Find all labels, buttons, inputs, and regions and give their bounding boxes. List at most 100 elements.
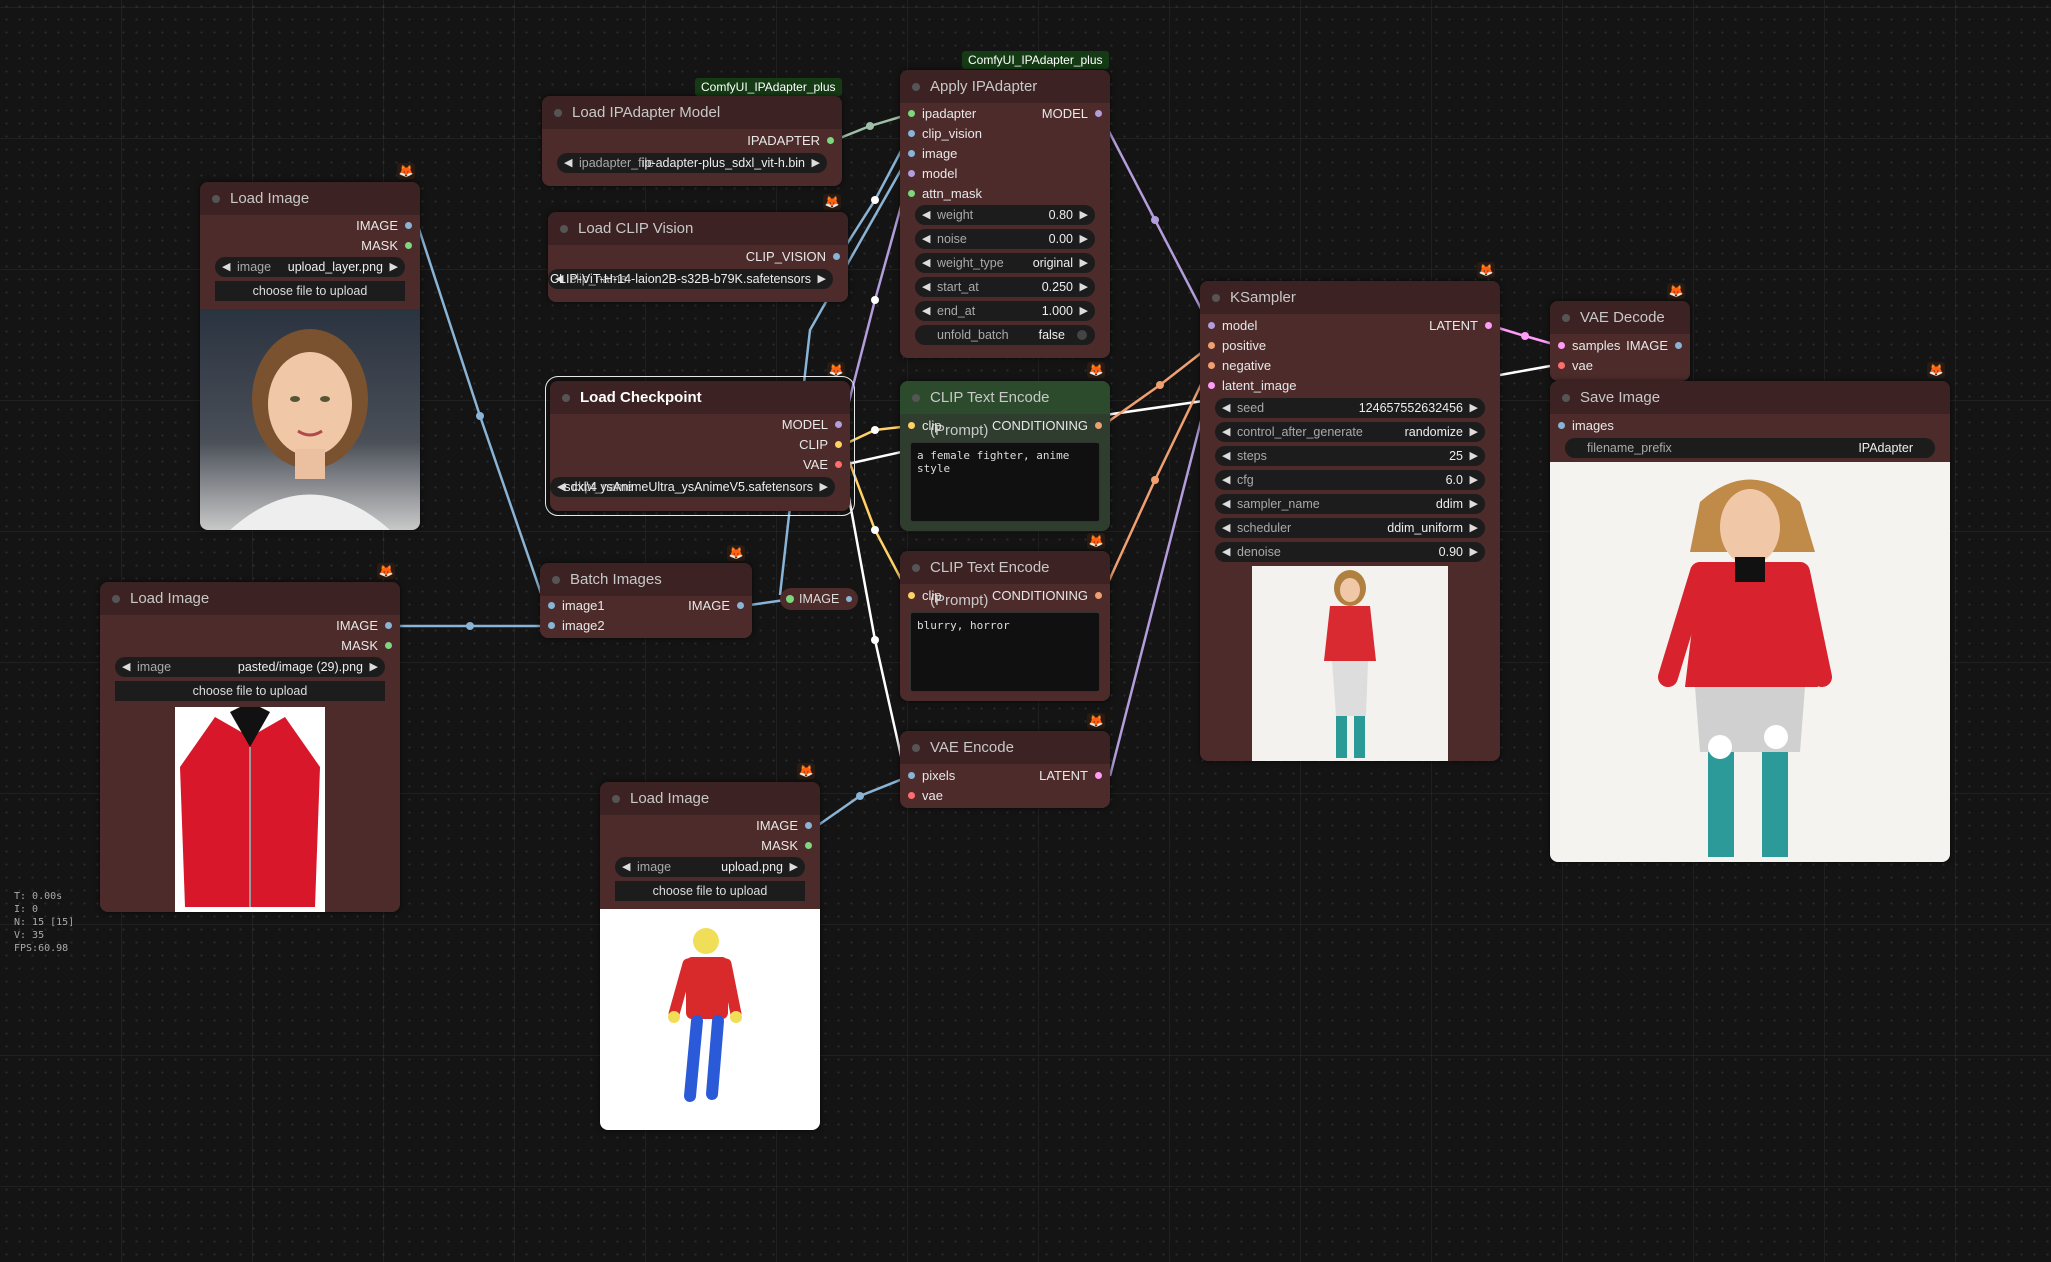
- collapse-dot[interactable]: [912, 744, 920, 752]
- node-title[interactable]: Load Image: [100, 582, 400, 615]
- node-clip-text-encode-negative[interactable]: CLIP Text Encode (Prompt) clip CONDITION…: [900, 551, 1110, 701]
- widget-denoise[interactable]: ◀ denoise 0.90 ▶: [1215, 542, 1485, 562]
- widget-sampler-name[interactable]: ◀ sampler_name ddim ▶: [1215, 494, 1485, 514]
- slot-dot[interactable]: [1095, 772, 1102, 779]
- widget-ckpt-name[interactable]: ◀ ckpt_name sdxl\4 ysAnimeUltra_ysAnimeV5.…: [550, 477, 835, 497]
- slot-dot[interactable]: [1208, 322, 1215, 329]
- node-load-image-2[interactable]: Load Image IMAGE MASK ◀ image pasted/image…: [100, 582, 400, 912]
- input-image2[interactable]: image2: [548, 617, 605, 635]
- arrow-left-icon[interactable]: ◀: [122, 657, 130, 677]
- output-image[interactable]: IMAGE: [1626, 337, 1682, 355]
- widget-clip-name[interactable]: ◀ clip_name CLIP-ViT-H-14-laion2B-s32B-b79…: [548, 269, 833, 289]
- arrow-left-icon[interactable]: ◀: [1222, 422, 1230, 442]
- collapse-dot[interactable]: [552, 576, 560, 584]
- input-ipadapter[interactable]: ipadapter: [908, 105, 976, 123]
- slot-dot[interactable]: [1558, 342, 1565, 349]
- widget-scheduler[interactable]: ◀ scheduler ddim_uniform ▶: [1215, 518, 1485, 538]
- collapse-dot[interactable]: [1562, 314, 1570, 322]
- collapse-dot[interactable]: [912, 564, 920, 572]
- widget-image-combo[interactable]: ◀ image pasted/image (29).png ▶: [115, 657, 385, 677]
- toggle-knob[interactable]: [1077, 330, 1087, 340]
- arrow-left-icon[interactable]: ◀: [1222, 518, 1230, 538]
- widget-image-combo[interactable]: ◀ image upload_layer.png ▶: [215, 257, 405, 277]
- collapse-dot[interactable]: [560, 225, 568, 233]
- collapse-dot[interactable]: [112, 595, 120, 603]
- node-title[interactable]: Load Image: [200, 182, 420, 215]
- output-latent[interactable]: LATENT: [1039, 767, 1102, 785]
- input-attn-mask[interactable]: attn_mask: [908, 185, 982, 203]
- output-image[interactable]: IMAGE: [336, 617, 392, 635]
- slot-dot[interactable]: [1675, 342, 1682, 349]
- node-batch-images[interactable]: Batch Images image1 image2 IMAGE: [540, 563, 752, 638]
- arrow-right-icon[interactable]: ▶: [1080, 229, 1088, 249]
- slot-dot[interactable]: [405, 222, 412, 229]
- slot-dot[interactable]: [1485, 322, 1492, 329]
- input-model[interactable]: model: [908, 165, 957, 183]
- slot-dot[interactable]: [737, 602, 744, 609]
- arrow-left-icon[interactable]: ◀: [1222, 494, 1230, 514]
- slot-dot[interactable]: [835, 461, 842, 468]
- arrow-right-icon[interactable]: ▶: [1080, 301, 1088, 321]
- output-image[interactable]: IMAGE: [756, 817, 812, 835]
- arrow-left-icon[interactable]: ◀: [1222, 470, 1230, 490]
- slot-dot[interactable]: [548, 602, 555, 609]
- slot-dot[interactable]: [1208, 382, 1215, 389]
- arrow-right-icon[interactable]: ▶: [390, 257, 398, 277]
- slot-dot[interactable]: [805, 822, 812, 829]
- node-title[interactable]: Batch Images: [540, 563, 752, 596]
- node-title[interactable]: Save Image: [1550, 381, 1950, 414]
- output-conditioning[interactable]: CONDITIONING: [992, 587, 1102, 605]
- input-pixels[interactable]: pixels: [908, 767, 955, 785]
- slot-dot[interactable]: [1208, 362, 1215, 369]
- input-clip-vision[interactable]: clip_vision: [908, 125, 982, 143]
- slot-dot[interactable]: [1095, 422, 1102, 429]
- input-clip[interactable]: clip: [908, 417, 942, 435]
- arrow-left-icon[interactable]: ◀: [1222, 446, 1230, 466]
- slot-dot[interactable]: [908, 190, 915, 197]
- choose-file-button[interactable]: choose file to upload: [115, 681, 385, 701]
- output-conditioning[interactable]: CONDITIONING: [992, 417, 1102, 435]
- slot-dot[interactable]: [908, 150, 915, 157]
- node-load-ipadapter-model[interactable]: Load IPAdapter Model IPADAPTER ◀ ipadapte…: [542, 96, 842, 186]
- collapse-dot[interactable]: [212, 195, 220, 203]
- node-title[interactable]: KSampler: [1200, 281, 1500, 314]
- collapse-dot[interactable]: [562, 394, 570, 402]
- node-vae-encode[interactable]: VAE Encode pixels vae LATENT: [900, 731, 1110, 808]
- node-load-image-3[interactable]: Load Image IMAGE MASK ◀ image upload.png ▶ …: [600, 782, 820, 1130]
- arrow-right-icon[interactable]: ▶: [1080, 253, 1088, 273]
- arrow-right-icon[interactable]: ▶: [1470, 446, 1478, 466]
- arrow-left-icon[interactable]: ◀: [922, 277, 930, 297]
- output-latent[interactable]: LATENT: [1429, 317, 1492, 335]
- prompt-textarea[interactable]: a female fighter, anime style: [910, 442, 1100, 522]
- arrow-left-icon[interactable]: ◀: [622, 857, 630, 877]
- slot-dot[interactable]: [1095, 592, 1102, 599]
- output-model[interactable]: MODEL: [782, 416, 842, 434]
- widget-filename-prefix[interactable]: filename_prefix IPAdapter: [1565, 438, 1935, 458]
- input-image1[interactable]: image1: [548, 597, 605, 615]
- arrow-left-icon[interactable]: ◀: [222, 257, 230, 277]
- node-title[interactable]: CLIP Text Encode (Prompt): [900, 381, 1110, 439]
- widget-seed[interactable]: ◀ seed 124657552632456 ▶: [1215, 398, 1485, 418]
- arrow-right-icon[interactable]: ▶: [818, 269, 826, 289]
- widget-start-at[interactable]: ◀ start_at 0.250 ▶: [915, 277, 1095, 297]
- arrow-left-icon[interactable]: ◀: [564, 153, 572, 173]
- widget-noise[interactable]: ◀ noise 0.00 ▶: [915, 229, 1095, 249]
- collapse-dot[interactable]: [612, 795, 620, 803]
- slot-dot[interactable]: [908, 792, 915, 799]
- arrow-right-icon[interactable]: ▶: [812, 153, 820, 173]
- input-negative[interactable]: negative: [1208, 357, 1271, 375]
- widget-control-after-generate[interactable]: ◀ control_after_generate randomize ▶: [1215, 422, 1485, 442]
- node-title[interactable]: Apply IPAdapter: [900, 70, 1110, 103]
- output-image[interactable]: IMAGE: [356, 217, 412, 235]
- node-ksampler[interactable]: KSampler model positive negative latent_…: [1200, 281, 1500, 761]
- node-clip-text-encode-positive[interactable]: CLIP Text Encode (Prompt) clip CONDITION…: [900, 381, 1110, 531]
- arrow-right-icon[interactable]: ▶: [1470, 494, 1478, 514]
- arrow-left-icon[interactable]: ◀: [1222, 542, 1230, 562]
- node-title[interactable]: VAE Decode: [1550, 301, 1690, 334]
- widget-unfold-batch-toggle[interactable]: unfold_batch false: [915, 325, 1095, 345]
- arrow-right-icon[interactable]: ▶: [1470, 542, 1478, 562]
- arrow-right-icon[interactable]: ▶: [1080, 205, 1088, 225]
- collapse-dot[interactable]: [1562, 394, 1570, 402]
- output-ipadapter[interactable]: IPADAPTER: [747, 132, 834, 150]
- input-images[interactable]: images: [1558, 417, 1614, 435]
